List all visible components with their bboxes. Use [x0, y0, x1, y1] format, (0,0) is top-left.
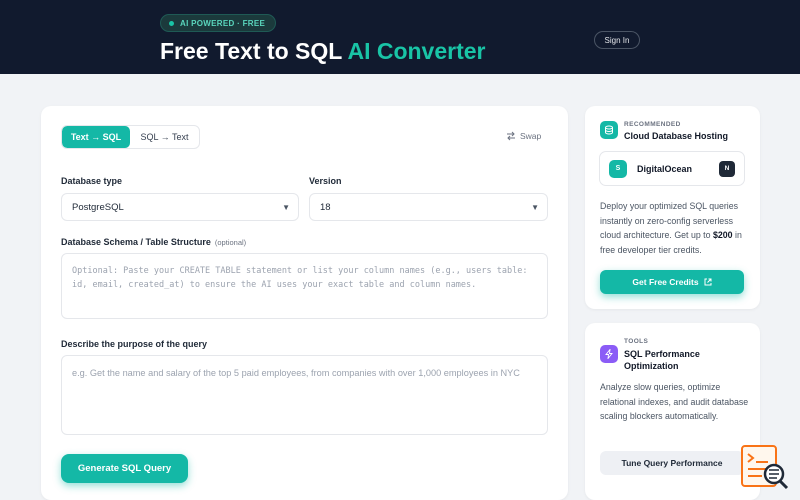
tab-sql-to-text[interactable]: SQL → Text — [130, 126, 199, 148]
hosting-description: Deploy your optimized SQL queries instan… — [600, 199, 750, 257]
hosting-eyebrow: RECOMMENDED — [624, 121, 681, 128]
get-free-credits-button[interactable]: Get Free Credits — [600, 270, 744, 294]
database-type-select[interactable]: PostgreSQL ▼ — [61, 193, 299, 221]
schema-label: Database Schema / Table Structure (option… — [61, 237, 246, 247]
tab-text-to-sql[interactable]: Text → SQL — [62, 126, 130, 148]
select-caret-icon: ▼ — [282, 203, 290, 212]
swap-button[interactable]: Swap — [506, 131, 541, 141]
select-caret-icon: ▼ — [531, 203, 539, 212]
database-icon — [600, 121, 618, 139]
get-free-credits-label: Get Free Credits — [632, 277, 699, 287]
sign-in-button[interactable]: Sign In — [594, 31, 640, 49]
external-link-icon — [704, 278, 712, 286]
tools-title: SQL Performance Optimization — [624, 349, 700, 371]
schema-textarea[interactable]: Optional: Paste your CREATE TABLE statem… — [61, 253, 548, 319]
badge-dot-icon — [169, 20, 174, 26]
provider-badge: N — [719, 160, 735, 177]
version-select[interactable]: 18 ▼ — [309, 193, 548, 221]
schema-optional-tag: (optional) — [214, 238, 247, 247]
tune-query-performance-button[interactable]: Tune Query Performance — [600, 451, 744, 475]
page-title-accent: AI Converter — [347, 38, 486, 64]
swap-icon — [507, 131, 515, 141]
provider-name: DigitalOcean — [637, 163, 693, 174]
hosting-card: RECOMMENDED Cloud Database Hosting S Dig… — [585, 106, 760, 309]
hosting-desc-bold: $200 — [712, 230, 733, 240]
generate-sql-button[interactable]: Generate SQL Query — [61, 454, 188, 483]
converter-card: Text → SQL SQL → Text Swap Database type… — [41, 106, 568, 500]
tools-eyebrow: TOOLS — [624, 338, 649, 345]
badge-text: AI POWERED · FREE — [180, 18, 266, 28]
provider-card[interactable]: S DigitalOcean N — [599, 151, 745, 186]
mode-tabs: Text → SQL SQL → Text — [61, 125, 200, 149]
database-type-label: Database type — [61, 176, 123, 186]
database-type-value: PostgreSQL — [72, 201, 124, 213]
ai-powered-badge: AI POWERED · FREE — [160, 14, 277, 32]
purpose-label: Describe the purpose of the query — [61, 339, 208, 349]
hosting-title: Cloud Database Hosting — [624, 131, 729, 141]
page-title-main: Free Text to SQL — [160, 38, 348, 64]
version-label: Version — [309, 176, 342, 186]
version-value: 18 — [320, 201, 331, 213]
site-logo-icon[interactable] — [740, 444, 792, 492]
provider-logo: S — [609, 159, 627, 178]
bolt-icon — [600, 345, 618, 363]
tools-description: Analyze slow queries, optimize relationa… — [600, 382, 749, 421]
schema-label-text: Database Schema / Table Structure — [61, 237, 211, 247]
page-title: Free Text to SQL AI Converter — [160, 38, 486, 65]
tools-card: TOOLS SQL Performance Optimization Analy… — [585, 323, 760, 500]
purpose-textarea[interactable]: e.g. Get the name and salary of the top … — [61, 355, 548, 435]
swap-label: Swap — [520, 131, 542, 141]
hero-header: AI POWERED · FREE Free Text to SQL AI Co… — [0, 0, 800, 74]
